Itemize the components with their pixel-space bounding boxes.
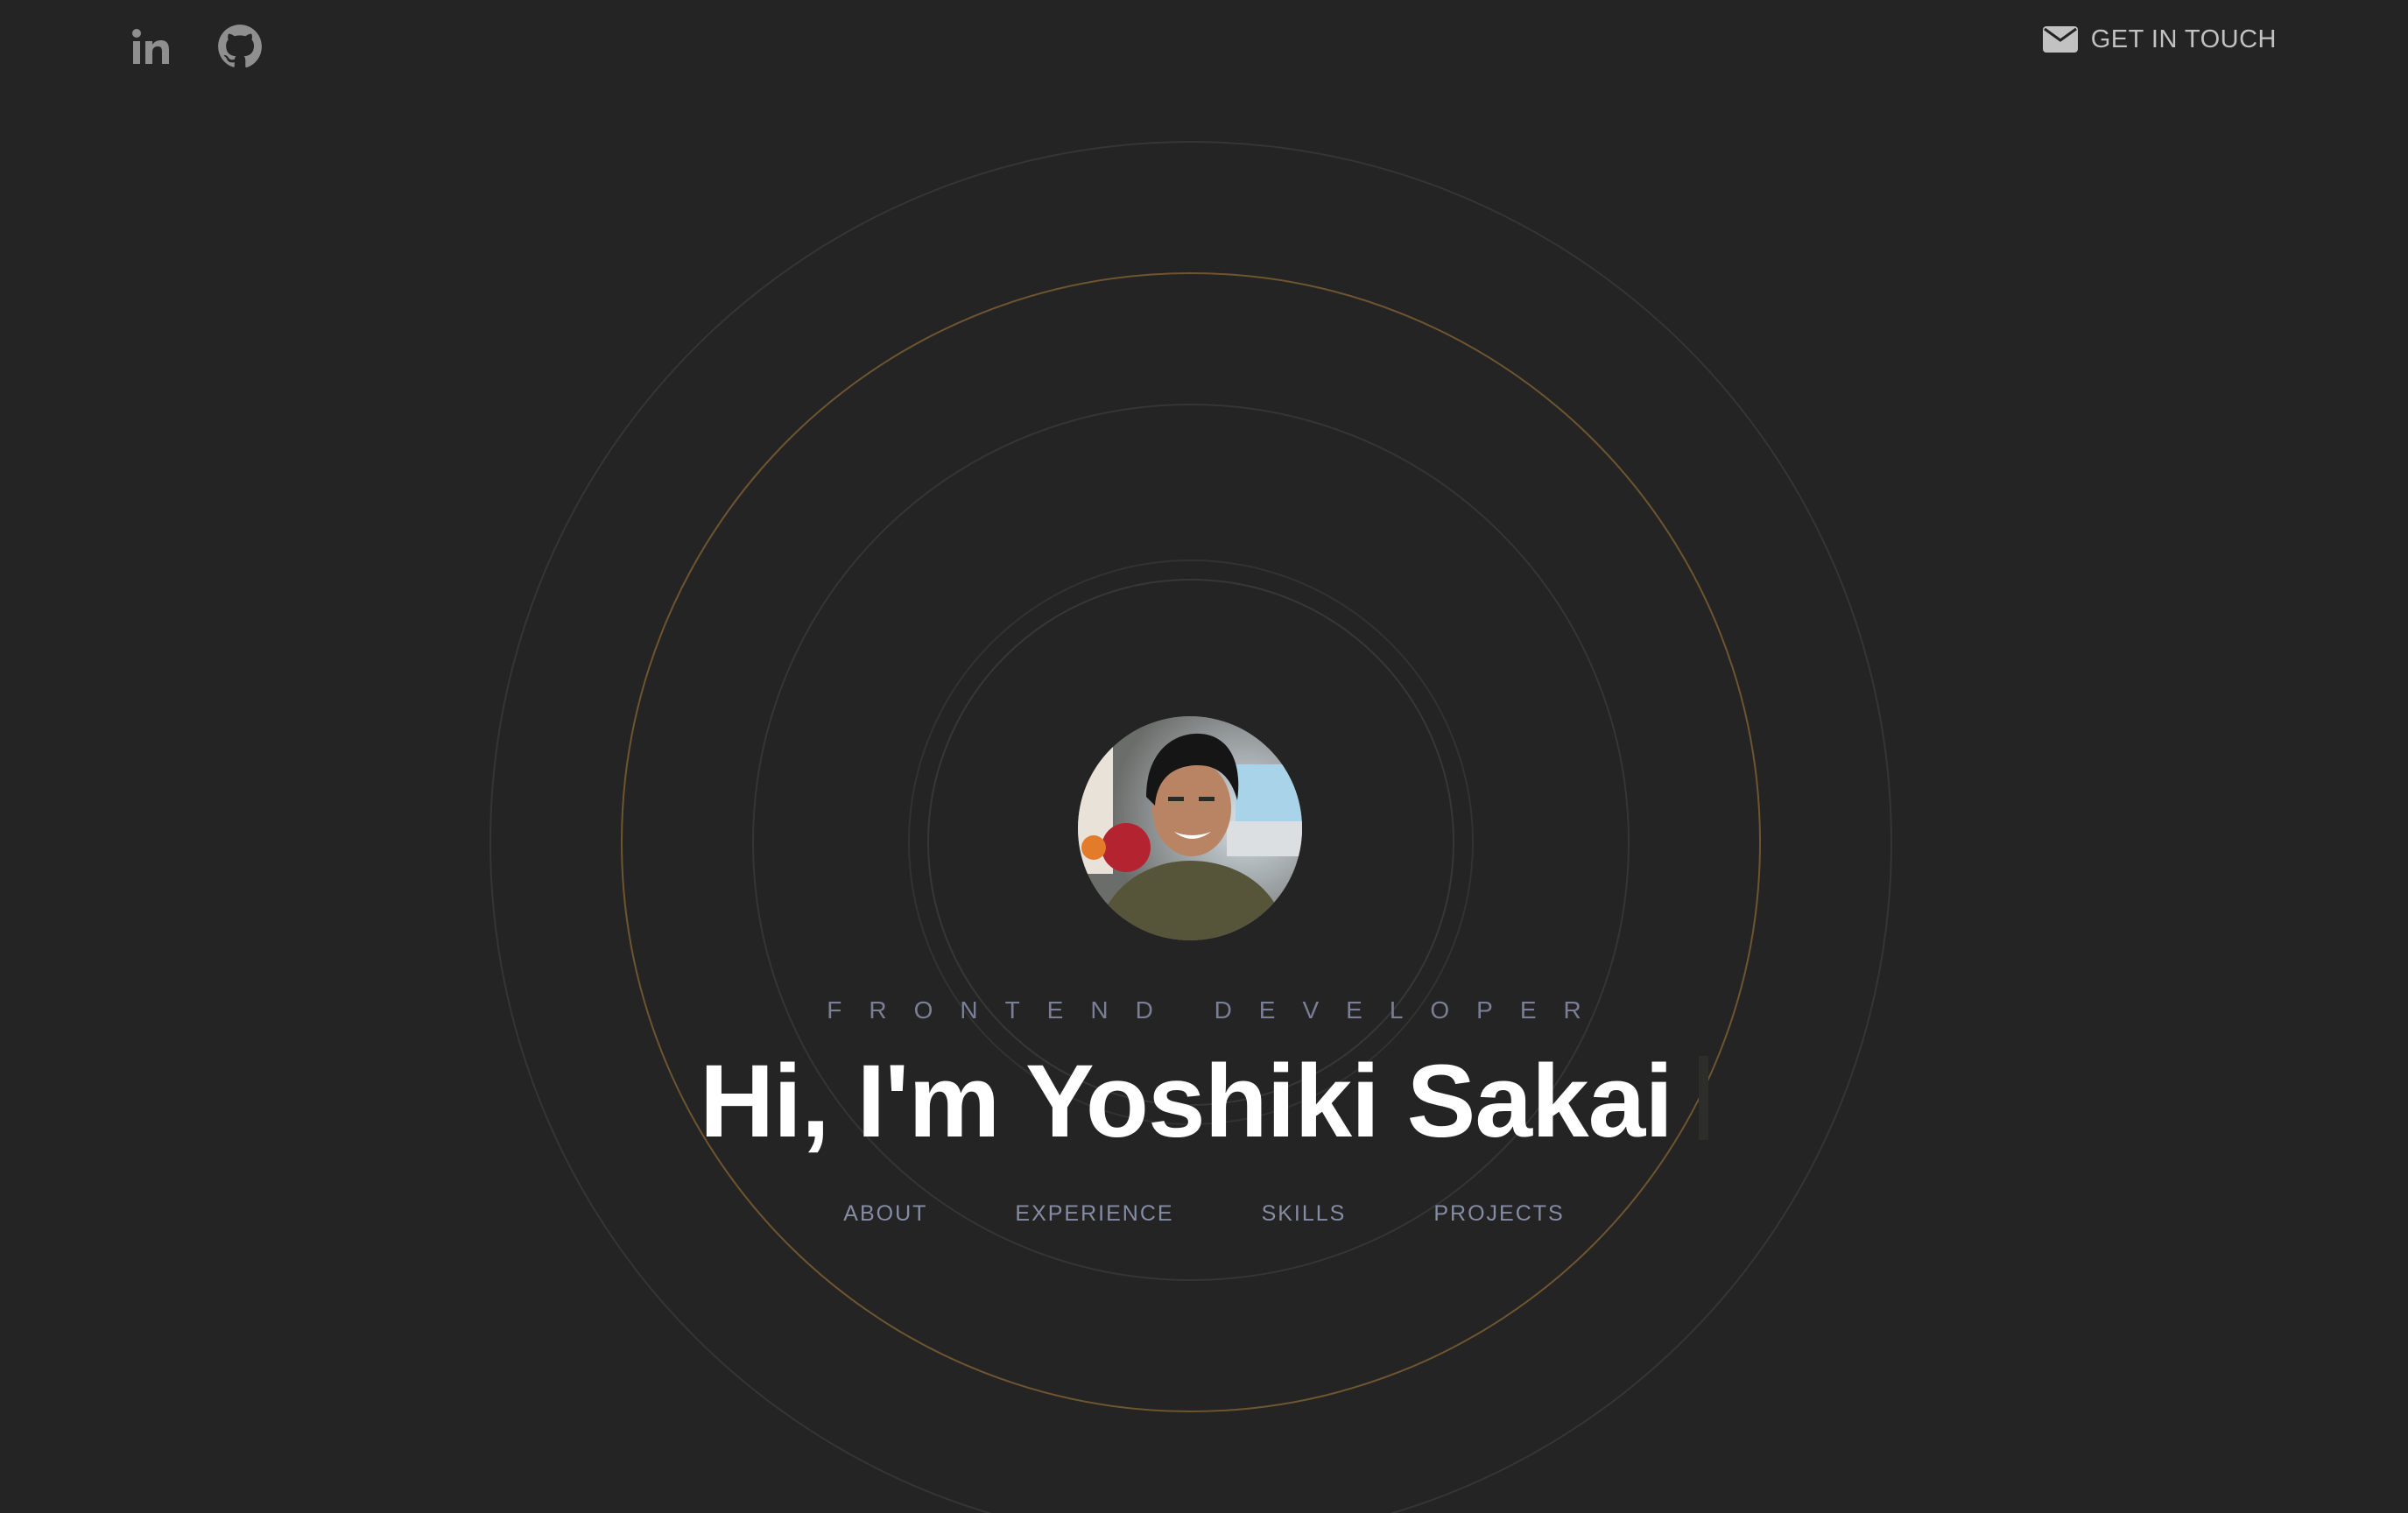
envelope-icon: [2042, 26, 2078, 53]
hero-title: Hi, I'm Yoshiki Sakai: [699, 1044, 1673, 1159]
hero-title-wrap: Hi, I'm Yoshiki Sakai: [0, 1040, 2408, 1163]
nav-projects[interactable]: PROJECTS: [1433, 1201, 1564, 1227]
social-links: [127, 23, 264, 70]
linkedin-icon: [132, 29, 169, 64]
get-in-touch-link[interactable]: GET IN TOUCH: [2042, 25, 2277, 54]
nav-experience[interactable]: EXPERIENCE: [1015, 1201, 1173, 1227]
linkedin-link[interactable]: [127, 23, 174, 70]
avatar-photo: [1078, 716, 1302, 940]
github-icon: [218, 25, 262, 68]
nav-skills[interactable]: SKILLS: [1262, 1201, 1347, 1227]
section-nav: ABOUT EXPERIENCE SKILLS PROJECTS: [0, 1201, 2408, 1227]
get-in-touch-label: GET IN TOUCH: [2090, 25, 2277, 53]
github-link[interactable]: [216, 23, 264, 70]
typing-cursor: [1699, 1056, 1709, 1140]
avatar: [1078, 716, 1302, 940]
role-subtitle: FRONTEND DEVELOPER: [827, 996, 1609, 1024]
nav-about[interactable]: ABOUT: [843, 1201, 927, 1227]
